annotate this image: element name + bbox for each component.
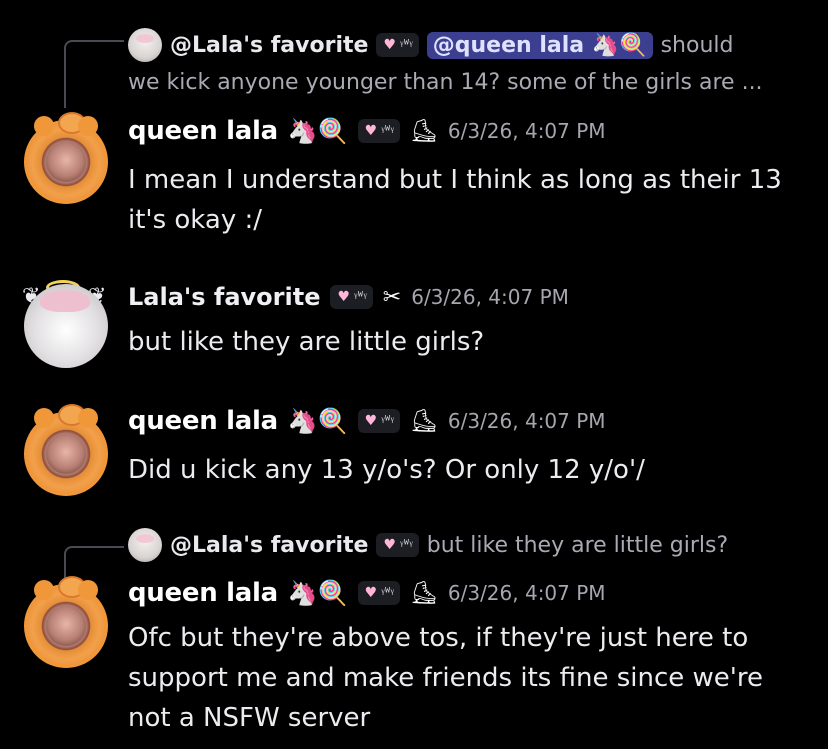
reply-author[interactable]: @Lala's favorite <box>170 533 368 558</box>
avatar[interactable] <box>24 112 108 204</box>
timestamp[interactable]: 6/3/26, 4:07 PM <box>411 285 569 309</box>
role-tag[interactable]: ♥ ᵞᵂᵞ <box>357 409 400 433</box>
reply-connector <box>64 40 124 108</box>
message-header: Lala's favorite ♥ ᵞᵂᵞ ✂ 6/3/26, 4:07 PM <box>128 283 569 311</box>
bear-icon <box>58 576 86 598</box>
avatar[interactable] <box>24 284 108 368</box>
message-text: Did u kick any 13 y/o's? Or only 12 y/o'… <box>128 455 645 485</box>
unicorn-lollipop-emoji: 🦄🍭 <box>287 407 348 435</box>
chat-log: @Lala's favorite ♥ ᵞᵂᵞ @queen lala 🦄🍭 sh… <box>0 0 828 749</box>
role-tag[interactable]: ♥ ᵞᵂᵞ <box>330 285 373 309</box>
message-header: queen lala 🦄🍭 ♥ ᵞᵂᵞ ⛸ 6/3/26, 4:07 PM <box>128 578 606 608</box>
role-tag[interactable]: ♥ ᵞᵂᵞ <box>376 533 419 557</box>
username[interactable]: queen lala <box>128 116 278 146</box>
message-header: queen lala 🦄🍭 ♥ ᵞᵂᵞ ⛸ 6/3/26, 4:07 PM <box>128 116 606 146</box>
username[interactable]: queen lala <box>128 406 278 436</box>
scissors-icon: ✂ <box>382 284 402 310</box>
reply-avatar <box>128 528 162 562</box>
message-text: Ofc but they're above tos, if they're ju… <box>128 623 764 733</box>
heart-icon: ♥ <box>364 585 378 601</box>
unicorn-lollipop-emoji: 🦄🍭 <box>287 117 348 145</box>
heart-icon: ♥ <box>337 289 351 305</box>
role-tag[interactable]: ♥ ᵞᵂᵞ <box>357 119 400 143</box>
role-tag[interactable]: ♥ ᵞᵂᵞ <box>357 581 400 605</box>
reply-preview[interactable]: @Lala's favorite ♥ ᵞᵂᵞ @queen lala 🦄🍭 sh… <box>128 28 733 62</box>
reply-text: but like they are little girls? <box>426 532 729 558</box>
skate-icon: ⛸ <box>409 118 438 144</box>
bunny-icon <box>40 290 90 312</box>
username[interactable]: Lala's favorite <box>128 283 320 311</box>
username[interactable]: queen lala <box>128 578 278 608</box>
heart-icon: ♥ <box>383 37 397 53</box>
message-header: queen lala 🦄🍭 ♥ ᵞᵂᵞ ⛸ 6/3/26, 4:07 PM <box>128 406 606 436</box>
skate-icon: ⛸ <box>409 408 438 434</box>
timestamp[interactable]: 6/3/26, 4:07 PM <box>448 119 606 143</box>
reply-avatar <box>128 28 162 62</box>
skate-icon: ⛸ <box>409 580 438 606</box>
bear-icon <box>58 112 86 134</box>
heart-icon: ♥ <box>364 123 378 139</box>
reply-text-continued: we kick anyone younger than 14? some of … <box>128 70 763 95</box>
timestamp[interactable]: 6/3/26, 4:07 PM <box>448 409 606 433</box>
avatar[interactable] <box>24 404 108 496</box>
bear-icon <box>58 404 86 426</box>
message-text: but like they are little girls? <box>128 327 485 357</box>
unicorn-lollipop-emoji: 🦄🍭 <box>287 579 348 607</box>
avatar[interactable] <box>24 576 108 668</box>
mention[interactable]: @queen lala 🦄🍭 <box>426 31 653 59</box>
timestamp[interactable]: 6/3/26, 4:07 PM <box>448 581 606 605</box>
message-text: I mean I understand but I think as long … <box>128 165 782 235</box>
heart-icon: ♥ <box>364 413 378 429</box>
reply-author[interactable]: @Lala's favorite <box>170 33 368 58</box>
heart-icon: ♥ <box>383 537 397 553</box>
role-tag[interactable]: ♥ ᵞᵂᵞ <box>376 33 419 57</box>
reply-text: should <box>660 32 734 58</box>
reply-preview[interactable]: @Lala's favorite ♥ ᵞᵂᵞ but like they are… <box>128 528 728 562</box>
